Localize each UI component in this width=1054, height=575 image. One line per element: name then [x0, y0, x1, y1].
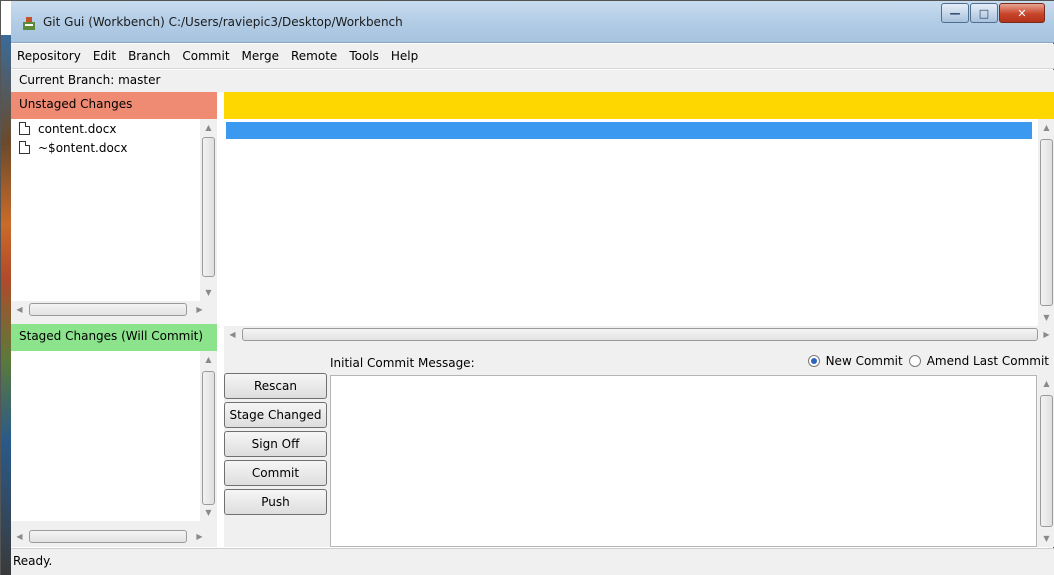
new-commit-radio[interactable]	[807, 355, 820, 367]
staged-file-list[interactable]	[11, 351, 200, 521]
menu-branch[interactable]: Branch	[122, 49, 176, 63]
left-pane: Unstaged Changes content.docx ~$ontent.d…	[11, 92, 217, 547]
minimize-icon[interactable]: —	[941, 3, 969, 23]
scroll-down-arrow-icon[interactable]: ▼	[200, 504, 217, 521]
amend-commit-label[interactable]: Amend Last Commit	[927, 354, 1049, 368]
scroll-up-arrow-icon[interactable]: ▲	[200, 351, 217, 368]
sign-off-button[interactable]: Sign Off	[224, 431, 327, 457]
file-name: ~$ontent.docx	[38, 140, 128, 155]
scroll-thumb[interactable]	[1040, 139, 1053, 306]
menu-merge[interactable]: Merge	[236, 49, 285, 63]
commit-message-input[interactable]	[330, 375, 1037, 547]
menu-repository[interactable]: Repository	[11, 49, 87, 63]
status-bar: Ready.	[11, 548, 1054, 575]
unstaged-vertical-scrollbar[interactable]: ▲ ▼	[200, 119, 217, 301]
unstaged-horizontal-scrollbar[interactable]: ◀ ▶	[11, 301, 217, 318]
scroll-left-arrow-icon[interactable]: ◀	[224, 326, 241, 343]
window-frame: Git Gui (Workbench) C:/Users/raviepic3/D…	[11, 1, 1054, 575]
desktop-background-strip	[1, 35, 11, 575]
scroll-right-arrow-icon[interactable]: ▶	[191, 528, 208, 545]
git-gui-window: Git Gui (Workbench) C:/Users/raviepic3/D…	[0, 0, 1054, 575]
scroll-up-arrow-icon[interactable]: ▲	[1038, 375, 1054, 392]
diff-view[interactable]	[224, 119, 1038, 326]
file-icon[interactable]	[19, 122, 30, 135]
scroll-thumb[interactable]	[242, 328, 1038, 341]
scroll-down-arrow-icon[interactable]: ▼	[1038, 530, 1054, 547]
close-icon[interactable]: ✕	[999, 3, 1045, 23]
unstaged-changes-header: Unstaged Changes	[11, 92, 217, 119]
file-icon[interactable]	[19, 141, 30, 154]
menu-edit[interactable]: Edit	[87, 49, 122, 63]
menu-help[interactable]: Help	[385, 49, 424, 63]
window-controls: — □ ✕	[940, 3, 1045, 23]
commit-button-column: Rescan Stage Changed Sign Off Commit Pus…	[224, 373, 329, 518]
file-item[interactable]: ~$ontent.docx	[11, 138, 200, 157]
scroll-down-arrow-icon[interactable]: ▼	[200, 284, 217, 301]
rescan-button[interactable]: Rescan	[224, 373, 327, 399]
new-commit-label[interactable]: New Commit	[826, 354, 903, 368]
file-name: content.docx	[38, 121, 117, 136]
scroll-right-arrow-icon[interactable]: ▶	[191, 301, 208, 318]
staged-horizontal-scrollbar[interactable]: ◀ ▶	[11, 528, 217, 545]
scroll-left-arrow-icon[interactable]: ◀	[11, 528, 28, 545]
scroll-thumb[interactable]	[202, 137, 215, 277]
title-bar[interactable]: Git Gui (Workbench) C:/Users/raviepic3/D…	[11, 1, 1054, 43]
unstaged-file-list[interactable]: content.docx ~$ontent.docx	[11, 119, 200, 301]
staged-changes-header: Staged Changes (Will Commit)	[11, 324, 217, 351]
menu-bar: Repository Edit Branch Commit Merge Remo…	[11, 44, 1054, 69]
window-title: Git Gui (Workbench) C:/Users/raviepic3/D…	[43, 15, 403, 29]
git-app-icon	[23, 17, 35, 30]
diff-selected-line[interactable]	[226, 122, 1032, 139]
diff-vertical-scrollbar[interactable]: ▲ ▼	[1038, 119, 1054, 326]
scroll-up-arrow-icon[interactable]: ▲	[200, 119, 217, 136]
menu-commit[interactable]: Commit	[176, 49, 235, 63]
stage-changed-button[interactable]: Stage Changed	[224, 402, 327, 428]
file-item[interactable]: content.docx	[11, 119, 200, 138]
scroll-left-arrow-icon[interactable]: ◀	[11, 301, 28, 318]
scroll-down-arrow-icon[interactable]: ▼	[1038, 309, 1054, 326]
commit-message-label: Initial Commit Message:	[330, 356, 475, 370]
staged-vertical-scrollbar[interactable]: ▲ ▼	[200, 351, 217, 521]
diff-header	[224, 92, 1054, 119]
scroll-up-arrow-icon[interactable]: ▲	[1038, 119, 1054, 136]
commit-message-scrollbar[interactable]: ▲ ▼	[1038, 375, 1054, 547]
menu-tools[interactable]: Tools	[343, 49, 385, 63]
diff-horizontal-scrollbar[interactable]: ◀ ▶	[224, 326, 1054, 343]
menu-remote[interactable]: Remote	[285, 49, 343, 63]
current-branch-label: Current Branch: master	[11, 70, 1054, 92]
scroll-thumb[interactable]	[202, 371, 215, 505]
push-button[interactable]: Push	[224, 489, 327, 515]
commit-mode-options: New Commit Amend Last Commit	[807, 354, 1054, 368]
maximize-icon[interactable]: □	[970, 3, 998, 23]
commit-button[interactable]: Commit	[224, 460, 327, 486]
scroll-thumb[interactable]	[1040, 395, 1053, 527]
scroll-thumb[interactable]	[29, 530, 187, 543]
scroll-thumb[interactable]	[29, 303, 187, 316]
scroll-right-arrow-icon[interactable]: ▶	[1038, 326, 1054, 343]
commit-panel: Initial Commit Message: New Commit Amend…	[224, 343, 1054, 547]
amend-commit-radio[interactable]	[908, 355, 921, 367]
